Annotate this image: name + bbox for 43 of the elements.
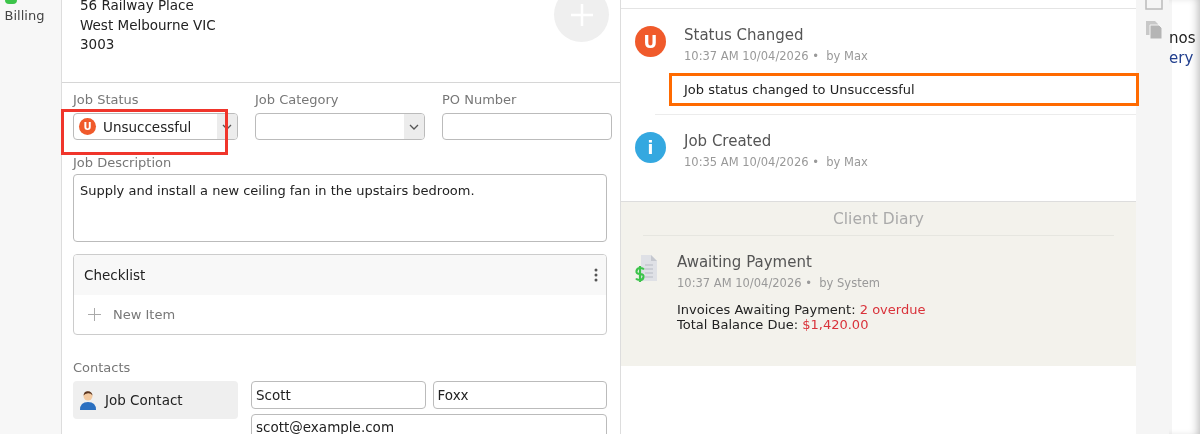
address-line: 3003: [80, 35, 116, 54]
activity-title: Job Created: [684, 132, 773, 150]
sidebar-item[interactable]: Billing: [4, 8, 45, 23]
contact-tab[interactable]: Job Contact: [73, 381, 238, 419]
field-label: PO Number: [442, 91, 518, 108]
partial-text: nos: [1169, 28, 1197, 48]
field-label: Job Description: [73, 154, 173, 171]
info-icon: i: [635, 132, 666, 163]
last-name-field[interactable]: Foxx: [432, 381, 607, 409]
po-number-field[interactable]: [442, 113, 612, 140]
description-field[interactable]: Supply and install a new ceiling fan in the upstairs bedroom.: [73, 174, 607, 242]
billing-icon: [4, 0, 17, 4]
address-line: West Melbourne VIC: [80, 15, 216, 35]
status-badge: U: [635, 26, 666, 57]
document-icon[interactable]: [1145, 0, 1163, 10]
link-text[interactable]: ery: [1169, 48, 1200, 68]
activity-meta: 10:35 AM 10/04/2026 • by Max: [684, 155, 869, 169]
diary-entry-meta: 10:37 AM 10/04/2026 • by System: [677, 276, 881, 290]
plus-icon: [88, 308, 101, 321]
diary-title: Client Diary: [643, 202, 1114, 236]
job-category-select[interactable]: [255, 113, 425, 140]
email-field[interactable]: scott@example.com: [251, 414, 607, 434]
caret-icon: [409, 123, 419, 130]
caret-icon: [222, 123, 232, 130]
address-line: 56 Railway Place: [80, 0, 195, 15]
balance-line: Invoices Awaiting Payment: 2 overdue: [677, 302, 927, 317]
balance-line: Total Balance Due: $1,420.00: [677, 317, 870, 332]
person-icon: [79, 390, 97, 410]
contacts-label: Contacts: [73, 359, 132, 376]
activity-title: Status Changed: [684, 26, 805, 44]
status-badge: U: [79, 118, 96, 135]
more-icon[interactable]: [594, 268, 598, 282]
invoice-icon: [635, 253, 659, 283]
checklist-title: Checklist: [84, 267, 146, 283]
new-item-button[interactable]: New Item: [113, 307, 176, 322]
activity-meta: 10:37 AM 10/04/2026 • by Max: [684, 49, 869, 63]
first-name-field[interactable]: Scott: [251, 381, 426, 409]
field-label: Job Category: [255, 91, 340, 108]
copy-icon[interactable]: [1145, 20, 1163, 40]
diary-entry-title: Awaiting Payment: [677, 253, 813, 271]
field-label: Job Status: [73, 91, 140, 108]
job-status-select[interactable]: U Unsuccessful: [73, 113, 238, 140]
activity-note: Job status changed to Unsuccessful: [669, 73, 1139, 106]
